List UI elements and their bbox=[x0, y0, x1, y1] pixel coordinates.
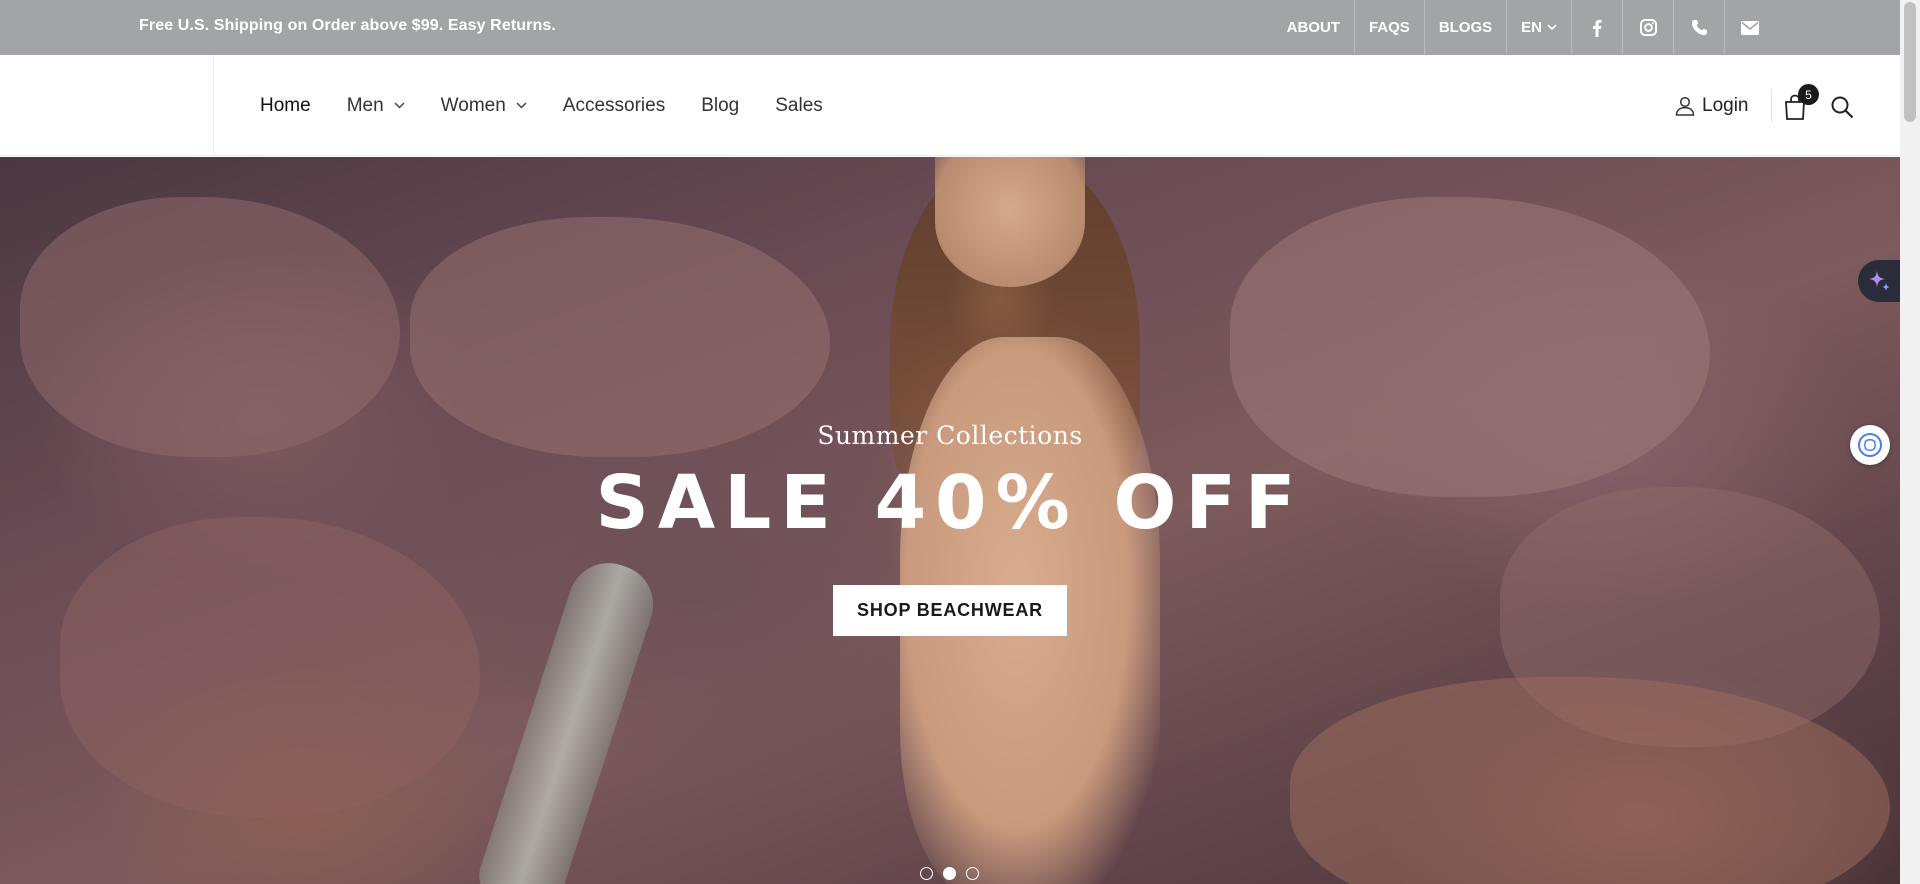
main-nav: Home Men Women Accessories Blog Sales bbox=[260, 55, 859, 156]
phone-icon bbox=[1691, 20, 1707, 35]
header-divider bbox=[1771, 89, 1772, 123]
envelope-icon bbox=[1741, 20, 1759, 35]
instagram-link[interactable] bbox=[1622, 0, 1673, 55]
slider-dot-1[interactable] bbox=[920, 867, 933, 880]
top-links: ABOUT FAQS BLOGS EN bbox=[1273, 0, 1775, 55]
scrollbar-thumb[interactable] bbox=[1904, 2, 1916, 122]
hero-water-bottle bbox=[471, 552, 664, 884]
chevron-down-icon bbox=[516, 102, 527, 109]
hero-title: SALE 40% OFF bbox=[595, 460, 1305, 546]
sparkle-icon bbox=[1869, 271, 1890, 291]
nav-home-label: Home bbox=[260, 94, 311, 116]
hero-background-rock bbox=[1230, 197, 1710, 497]
logo-divider bbox=[213, 55, 214, 156]
email-link[interactable] bbox=[1724, 0, 1775, 55]
hero-subtitle: Summer Collections bbox=[817, 421, 1083, 450]
chevron-down-icon bbox=[1547, 24, 1557, 31]
login-button[interactable]: Login bbox=[1675, 95, 1749, 117]
nav-women-label: Women bbox=[440, 94, 506, 116]
nav-sales[interactable]: Sales bbox=[775, 95, 823, 117]
nav-men[interactable]: Men bbox=[347, 95, 405, 117]
phone-link[interactable] bbox=[1673, 0, 1724, 55]
nav-blog[interactable]: Blog bbox=[701, 95, 739, 117]
page-scrollbar[interactable] bbox=[1900, 0, 1920, 884]
nav-sales-label: Sales bbox=[775, 94, 823, 116]
about-link[interactable]: ABOUT bbox=[1273, 0, 1354, 55]
user-icon bbox=[1675, 96, 1695, 116]
slider-dot-2[interactable] bbox=[943, 867, 956, 880]
nav-blog-label: Blog bbox=[701, 94, 740, 116]
search-icon bbox=[1831, 96, 1854, 119]
nav-men-label: Men bbox=[346, 94, 384, 116]
nav-accessories[interactable]: Accessories bbox=[563, 95, 665, 117]
facebook-icon bbox=[1593, 19, 1602, 37]
cart-button[interactable]: 5 bbox=[1784, 84, 1819, 120]
faqs-link[interactable]: FAQS bbox=[1353, 0, 1424, 55]
shop-beachwear-button[interactable]: SHOP BEACHWEAR bbox=[833, 585, 1067, 636]
chevron-down-icon bbox=[394, 102, 405, 109]
language-selector[interactable]: EN bbox=[1506, 0, 1571, 55]
hero-slider: Summer Collections SALE 40% OFF SHOP BEA… bbox=[0, 157, 1900, 884]
top-bar: Free U.S. Shipping on Order above $99. E… bbox=[0, 0, 1900, 55]
hero-model-face bbox=[935, 157, 1085, 287]
blogs-link[interactable]: BLOGS bbox=[1423, 0, 1506, 55]
hero-background-rock bbox=[20, 197, 400, 457]
ai-assistant-tab[interactable] bbox=[1858, 260, 1900, 302]
instagram-icon bbox=[1639, 19, 1657, 36]
language-label: EN bbox=[1521, 19, 1542, 36]
slider-dot-3[interactable] bbox=[966, 867, 979, 880]
nav-women[interactable]: Women bbox=[441, 95, 527, 117]
shipping-promo: Free U.S. Shipping on Order above $99. E… bbox=[139, 17, 556, 34]
slider-dots bbox=[920, 867, 979, 880]
nav-home[interactable]: Home bbox=[260, 95, 311, 117]
hero-background-rock bbox=[60, 517, 480, 817]
facebook-link[interactable] bbox=[1571, 0, 1622, 55]
cart-count-badge: 5 bbox=[1798, 84, 1819, 105]
search-button[interactable] bbox=[1830, 95, 1854, 119]
chat-assistant-icon bbox=[1858, 433, 1882, 457]
main-header: Home Men Women Accessories Blog Sales Lo… bbox=[0, 55, 1900, 156]
login-label: Login bbox=[1702, 95, 1749, 116]
nav-accessories-label: Accessories bbox=[562, 94, 666, 116]
chat-assistant-button[interactable] bbox=[1850, 425, 1890, 465]
